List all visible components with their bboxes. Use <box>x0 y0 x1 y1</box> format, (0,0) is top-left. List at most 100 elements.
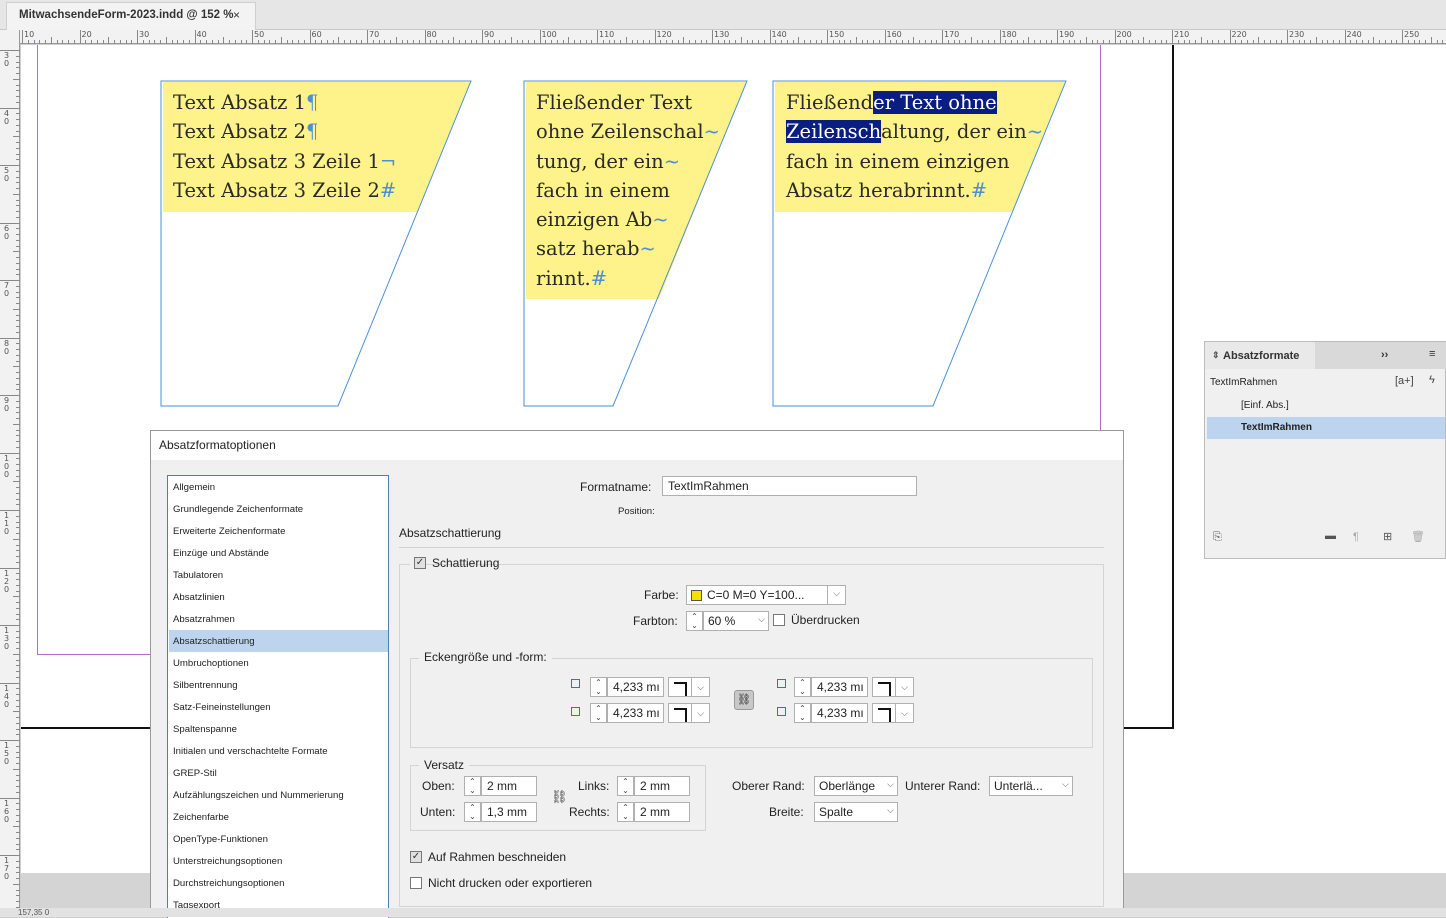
close-tab-icon[interactable]: × <box>233 8 240 22</box>
position-label: Position: <box>618 506 655 517</box>
category-item[interactable]: Initialen und verschachtelte Formate <box>169 740 388 762</box>
offset-bottom-input[interactable]: 1,3 mm <box>481 802 537 822</box>
offset-bottom-stepper[interactable]: ⌃ ⌄ <box>464 802 481 822</box>
tint-dropdown[interactable]: 60 % ⌵ <box>703 611 769 631</box>
category-item[interactable]: Satz-Feineinstellungen <box>169 696 388 718</box>
ruler-minor-tick <box>16 671 20 672</box>
chevron-down-icon: ⌵ <box>1062 779 1069 789</box>
collapse-panel-icon[interactable]: ›› <box>1381 349 1388 361</box>
color-dropdown[interactable]: C=0 M=0 Y=100... ⌵ <box>686 585 846 605</box>
category-item[interactable]: Erweiterte Zeichenformate <box>169 520 388 542</box>
lightning-icon[interactable]: ϟ <box>1429 374 1435 386</box>
style-item-textimrahmen[interactable]: TextImRahmen <box>1207 417 1445 439</box>
corner-br-input[interactable]: 4,233 mı <box>811 703 868 723</box>
ruler-minor-tick <box>625 37 627 44</box>
category-item[interactable]: Umbruchoptionen <box>169 652 388 674</box>
corner-bl-stepper[interactable]: ⌃ ⌄ <box>590 703 607 723</box>
corner-bl-shape[interactable] <box>668 703 692 723</box>
tint-stepper[interactable]: ⌃ ⌄ <box>686 611 703 631</box>
category-item[interactable]: Spaltenspanne <box>169 718 388 740</box>
chevron-down-icon[interactable]: ⌵ <box>896 703 914 723</box>
new-style-icon[interactable]: [a+] <box>1395 375 1414 387</box>
chevron-down-icon[interactable]: ⌵ <box>692 703 710 723</box>
top-edge-dropdown[interactable]: Oberlänge ⌵ <box>814 776 898 796</box>
chevron-down-icon[interactable]: ⌵ <box>896 677 914 697</box>
frame-2-text[interactable]: Fließender Text ohne Zeilenschal~ tung, … <box>536 88 720 293</box>
ruler-minor-tick <box>16 412 20 414</box>
horizontal-ruler[interactable]: 10 20 30 40 50 60 70 80 90 100 110 120 130 140 150 160 1… <box>20 30 1446 44</box>
offset-right-input[interactable]: 2 mm <box>634 802 690 822</box>
corner-tr-input[interactable]: 4,233 mı <box>811 677 868 697</box>
offset-left-stepper[interactable]: ⌃ ⌄ <box>617 776 634 796</box>
category-list[interactable]: Allgemein Grundlegende Zeichenformate Erwe… <box>167 475 389 918</box>
folder-icon[interactable]: ▬ <box>1325 530 1336 542</box>
frame-3-text[interactable]: Fließender Text ohne Zeilenschaltung, de… <box>786 88 1043 205</box>
ruler-minor-tick <box>177 40 179 44</box>
load-styles-icon[interactable]: ⎘ <box>1213 531 1222 544</box>
no-print-checkbox[interactable] <box>410 877 422 889</box>
ruler-minor-tick <box>16 73 20 74</box>
new-style-button-icon[interactable]: ⊞ <box>1383 530 1392 543</box>
corner-tl-input[interactable]: 4,233 mı <box>607 677 664 697</box>
link-corners-icon[interactable]: ⛓ <box>734 690 754 710</box>
category-item[interactable]: Durchstreichungsoptionen <box>169 872 388 894</box>
ruler-minor-tick <box>1436 40 1438 44</box>
ruler-minor-tick <box>16 705 20 707</box>
corner-tl-stepper[interactable]: ⌃ ⌄ <box>590 677 607 697</box>
ruler-minor-tick <box>16 84 20 86</box>
category-item[interactable]: Grundlegende Zeichenformate <box>169 498 388 520</box>
category-item[interactable]: Aufzählungszeichen und Nummerierung <box>169 784 388 806</box>
panel-menu-icon[interactable]: ≡ <box>1429 348 1435 360</box>
ruler-minor-tick <box>125 40 127 44</box>
trash-icon[interactable]: 🗑 <box>1411 530 1425 543</box>
panel-tab[interactable]: ⇕ Absatzformate <box>1205 342 1315 369</box>
offset-left-input[interactable]: 2 mm <box>634 776 690 796</box>
ruler-minor-tick <box>1085 37 1087 44</box>
category-item[interactable]: Absatzlinien <box>169 586 388 608</box>
category-item[interactable]: GREP-Stil <box>169 762 388 784</box>
ruler-minor-tick <box>470 40 472 44</box>
category-item[interactable]: OpenType-Funktionen <box>169 828 388 850</box>
category-item[interactable]: Einzüge und Abstände <box>169 542 388 564</box>
category-item[interactable]: Zeichenfarbe <box>169 806 388 828</box>
ruler-minor-tick <box>1103 40 1104 44</box>
overprint-checkbox[interactable] <box>773 614 785 626</box>
width-dropdown[interactable]: Spalte ⌵ <box>814 802 898 822</box>
corner-bl-input[interactable]: 4,233 mı <box>607 703 664 723</box>
ruler-minor-tick <box>1200 37 1202 44</box>
ruler-minor-tick <box>637 40 639 44</box>
vertical-ruler[interactable]: 3 0 4 0 5 0 6 0 7 0 8 0 9 0 1 0 0 1 1 0 1 2 0 1 3 … <box>0 30 20 917</box>
clear-overrides-icon[interactable]: ¶ <box>1353 531 1359 543</box>
offset-top-stepper[interactable]: ⌃ ⌄ <box>464 776 481 796</box>
frame-2-line: satz herab~ <box>536 237 656 261</box>
ruler-label: 140 <box>771 30 787 39</box>
chevron-down-icon[interactable]: ⌵ <box>692 677 710 697</box>
corner-tr-shape[interactable] <box>872 677 896 697</box>
corner-tr-stepper[interactable]: ⌃ ⌄ <box>794 677 811 697</box>
corner-tl-shape[interactable] <box>668 677 692 697</box>
offset-top-input[interactable]: 2 mm <box>481 776 537 796</box>
ruler-minor-tick <box>16 791 20 793</box>
corner-br-stepper[interactable]: ⌃ ⌄ <box>794 703 811 723</box>
category-item[interactable]: Absatzschattierung <box>169 630 388 652</box>
frame-2-line: Fließender Text <box>536 91 693 114</box>
offset-right-stepper[interactable]: ⌃ ⌄ <box>617 802 634 822</box>
category-item[interactable]: Absatzrahmen <box>169 608 388 630</box>
category-item[interactable]: Allgemein <box>169 476 388 498</box>
document-tab[interactable]: MitwachsendeForm-2023.indd @ 152 % × <box>6 2 256 30</box>
clip-to-frame-checkbox[interactable]: ✓ <box>410 851 422 863</box>
ruler-minor-tick <box>907 40 909 44</box>
category-item[interactable]: Tabulatoren <box>169 564 388 586</box>
ruler-minor-tick <box>16 119 20 120</box>
ruler-minor-tick <box>660 40 662 44</box>
style-item-einf-abs[interactable]: [Einf. Abs.] <box>1207 395 1445 417</box>
bottom-edge-dropdown[interactable]: Unterlä... ⌵ <box>989 776 1073 796</box>
frame-1-text[interactable]: Text Absatz 1¶ Text Absatz 2¶ Text Absat… <box>173 88 396 205</box>
category-item[interactable]: Unterstreichungsoptionen <box>169 850 388 872</box>
shading-checkbox[interactable]: ✓ <box>414 557 426 569</box>
category-item[interactable]: Silbentrennung <box>169 674 388 696</box>
ruler-minor-tick <box>729 40 731 44</box>
corner-br-shape[interactable] <box>872 703 896 723</box>
unlink-offsets-icon[interactable]: ⛓ <box>551 789 568 805</box>
format-name-input[interactable]: TextImRahmen <box>662 476 917 496</box>
